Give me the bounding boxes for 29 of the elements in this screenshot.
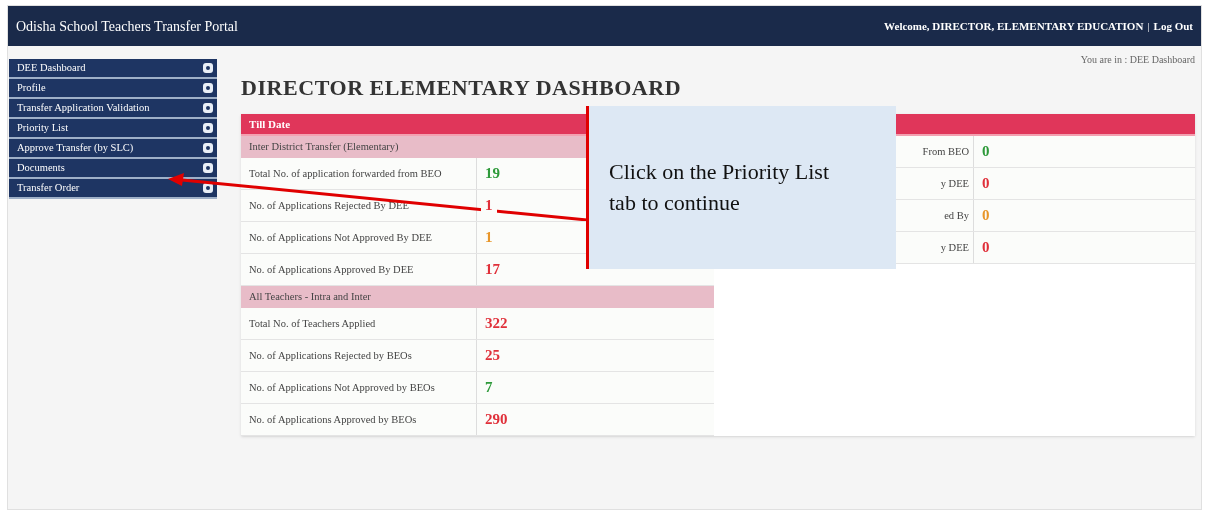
portal-title: Odisha School Teachers Transfer Portal: [16, 17, 238, 36]
table-cell: No. of Applications Approved by BEOs: [241, 404, 477, 435]
expand-icon: [203, 143, 213, 153]
expand-icon: [203, 163, 213, 173]
callout-text: Click on the Priority List tab to continue: [609, 157, 830, 217]
table-cell: No. of Applications Not Approved By DEE: [241, 222, 477, 253]
section-header: All Teachers - Intra and Inter: [241, 286, 714, 308]
expand-icon: [203, 63, 213, 73]
sidebar-item[interactable]: Approve Transfer (by SLC): [9, 139, 217, 159]
expand-icon: [203, 83, 213, 93]
separator: |: [1147, 18, 1150, 34]
sidebar-item[interactable]: Priority List: [9, 119, 217, 139]
sidebar-item[interactable]: DEE Dashboard: [9, 59, 217, 79]
breadcrumb: You are in : DEE Dashboard: [1080, 53, 1195, 67]
sidebar-item[interactable]: Documents: [9, 159, 217, 179]
table-cell: Total No. of Teachers Applied: [241, 308, 477, 339]
expand-icon: [203, 103, 213, 113]
welcome-text: Welcome, DIRECTOR, ELEMENTARY EDUCATION: [884, 18, 1144, 34]
logout-link[interactable]: Log Out: [1153, 17, 1193, 35]
expand-icon: [203, 183, 213, 193]
sidebar-item[interactable]: Transfer Application Validation: [9, 99, 217, 119]
sidebar-item[interactable]: Profile: [9, 79, 217, 99]
sidebar-item[interactable]: Transfer Order: [9, 179, 217, 199]
table-cell: Total No. of application forwarded from BEO: [241, 158, 477, 189]
table-cell: No. of Applications Rejected by BEOs: [241, 340, 477, 371]
table-cell: No. of Applications Approved By DEE: [241, 254, 477, 285]
table-cell: No. of Applications Not Approved by BEOs: [241, 372, 477, 403]
page-title: DIRECTOR ELEMENTARY DASHBOARD: [241, 74, 683, 102]
expand-icon: [203, 123, 213, 133]
